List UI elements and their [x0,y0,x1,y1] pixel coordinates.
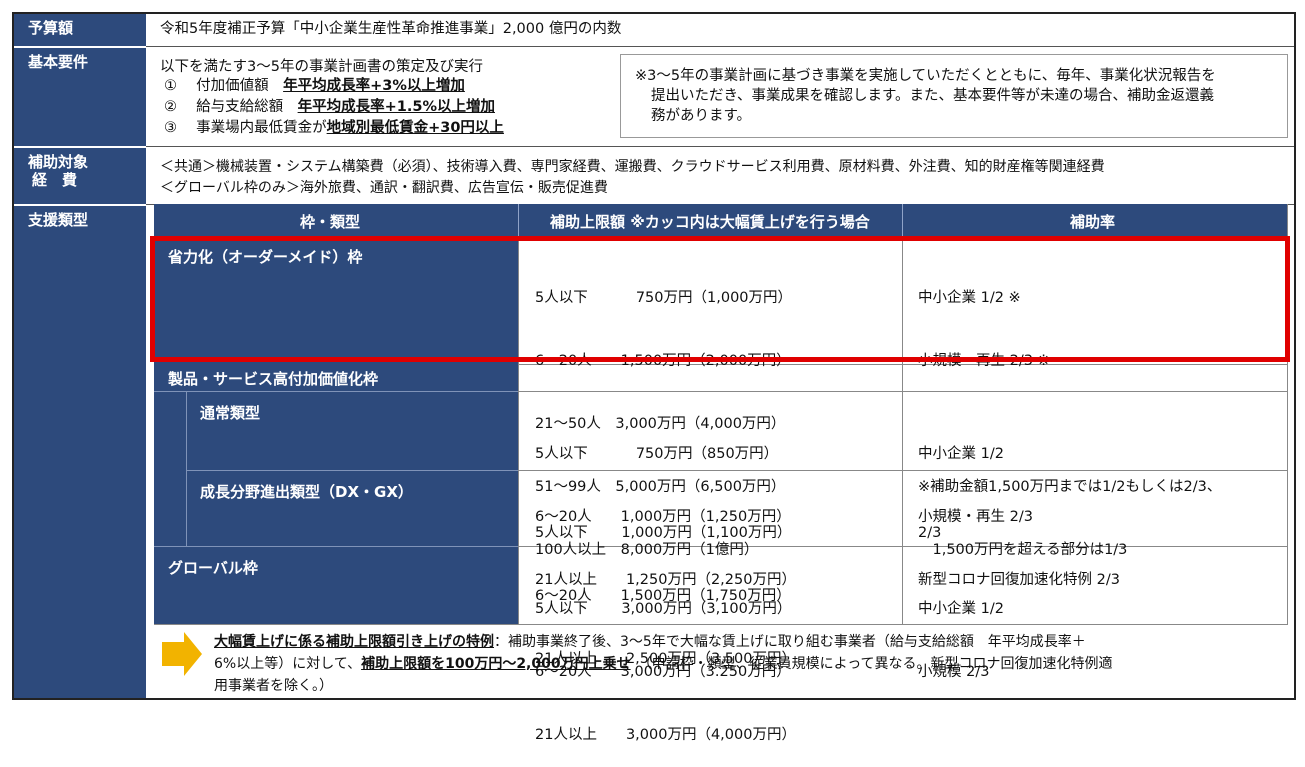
requirement-2: ② 給与支給総額 年平均成長率+1.5%以上増加 [164,99,495,115]
rates-global: 中小企業 1/2 小規模 2/3 [918,601,1004,680]
requirements-intro: 以下を満たす3～5年の事業計画書の策定及び実行 [160,59,483,75]
note-line-3: 務があります。 [651,108,752,124]
note-line-2: 提出いただき、事業成果を確認します。また、基本要件等が未達の場合、補助金返還義 [651,88,1215,104]
label-support-types: 支援類型 [14,206,146,698]
subtype-name-normal: 通常類型 [200,404,261,422]
footnote-line-3: 用事業者を除く。） [214,678,333,694]
footnote-line-1: 大幅賃上げに係る補助上限額引き上げの特例：補助事業終了後、3～5年で大幅な賃上げ… [214,634,1086,650]
arrow-right-icon [162,632,202,676]
label-expenses: 補助対象 経 費 [14,148,146,204]
type-name-global: グローバル枠 [168,559,258,577]
expenses-global: ＜グローバル枠のみ＞海外旅費、通訳・翻訳費、広告宣伝・販売促進費 [160,180,608,196]
requirement-3: ③ 事業場内最低賃金が地域別最低賃金+30円以上 [164,120,504,136]
note-line-1: ※3～5年の事業計画に基づき事業を実施していただくとともに、毎年、事業化状況報告… [635,68,1216,84]
label-requirements: 基本要件 [14,48,146,146]
subtype-name-growth: 成長分野進出類型（DX・GX） [200,483,413,501]
header-limit: 補助上限額 ※カッコ内は大幅賃上げを行う場合 [550,213,870,231]
budget-text: 令和5年度補正予算「中小企業生産性革命推進事業」2,000 億円の内数 [160,21,622,37]
expenses-common: ＜共通＞機械装置・システム構築費（必須）、技術導入費、専門家経費、運搬費、クラウ… [160,159,1105,175]
type-name-kofukaka: 製品・サービス高付加価値化枠 [168,370,379,388]
label-budget: 予算額 [14,14,146,46]
requirement-1: ① 付加価値額 年平均成長率+3%以上増加 [164,78,465,94]
requirements-note-box: ※3～5年の事業計画に基づき事業を実施していただくとともに、毎年、事業化状況報告… [620,54,1288,138]
rates-growth: 2/3 [918,525,942,541]
header-rate: 補助率 [1070,213,1116,231]
header-type: 枠・類型 [300,213,361,231]
highlight-frame-shoryokuka [150,236,1290,362]
footnote-line-2: 6%以上等）に対して、補助上限額を100万円～2,000万円上乗せ （申請枠・類… [214,656,1113,672]
